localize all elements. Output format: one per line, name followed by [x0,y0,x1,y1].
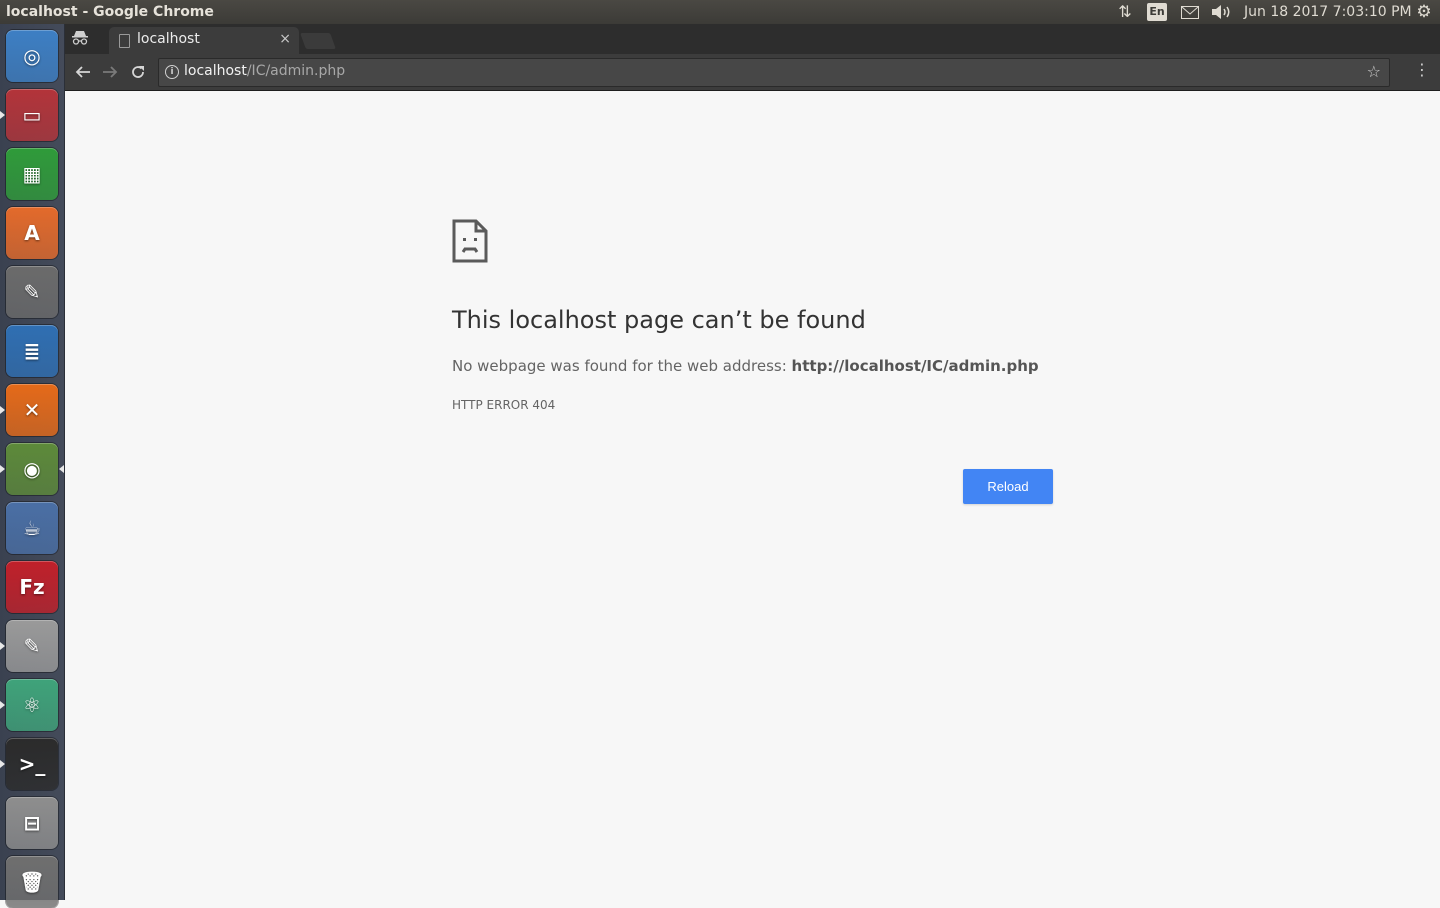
volume-icon[interactable] [1210,0,1234,24]
info-icon[interactable]: i [165,65,179,79]
top-panel: localhost - Google Chrome ⇅ En Jun 18 20… [0,0,1440,24]
launcher-filezilla-icon[interactable]: Fz [6,561,58,613]
launcher-ubuntu-dash-icon[interactable]: ◎ [6,30,58,82]
launcher-google-chrome-icon[interactable]: ◉ [6,443,58,495]
address-bar[interactable]: i localhost/IC/admin.php ☆ [158,58,1390,87]
launcher: ◎ ▭ ▦ A ✎ ≣ ✕ ◉ ☕ Fz ✎ ⚛ >_ ⊟ 🗑 [0,24,65,908]
launcher-trash-icon[interactable]: 🗑 [6,856,58,908]
launcher-atom-icon[interactable]: ⚛ [6,679,58,731]
reload-button[interactable]: Reload [963,469,1053,504]
libreoffice-calc-glyph-icon: ▦ [22,162,42,186]
ubuntu-dash-glyph-icon: ◎ [23,44,41,68]
trash-glyph-icon: 🗑 [19,870,45,894]
terminal-glyph-icon: >_ [18,752,46,776]
system-settings-glyph-icon: ✎ [23,280,41,304]
launcher-system-settings-icon[interactable]: ✎ [6,266,58,318]
error-message-text: No webpage was found for the web address… [452,357,792,375]
launcher-terminal-icon[interactable]: >_ [6,738,58,790]
launcher-libreoffice-writer-icon[interactable]: ≣ [6,325,58,377]
tab-strip: localhost × [65,24,1440,54]
running-indicator-icon [0,760,5,768]
error-url: http://localhost/IC/admin.php [791,357,1039,375]
running-indicator-icon [0,406,5,414]
error-message: No webpage was found for the web address… [452,357,1039,375]
reload-icon[interactable] [126,60,150,84]
window-title: localhost - Google Chrome [6,4,214,20]
ubuntu-software-glyph-icon: A [24,221,40,245]
text-editor-glyph-icon: ✎ [23,634,41,658]
running-indicator-icon [0,465,5,473]
filezilla-glyph-icon: Fz [19,575,45,599]
running-indicator-icon [0,111,5,119]
url-path: /IC/admin.php [246,63,346,79]
error-code: HTTP ERROR 404 [452,398,556,412]
menu-dots-icon[interactable]: ⋮ [1414,60,1430,79]
google-chrome-glyph-icon: ◉ [23,457,41,481]
incognito-icon [71,30,91,48]
launcher-disk-drive-icon[interactable]: ⊟ [6,797,58,849]
back-arrow-icon[interactable] [71,60,95,84]
bookmark-star-icon[interactable]: ☆ [1367,62,1381,81]
focused-indicator-icon [59,465,64,473]
url-host: localhost [184,63,247,79]
tab-localhost[interactable]: localhost × [109,27,299,54]
running-indicator-icon [0,701,5,709]
page-favicon-icon [119,34,130,48]
toolbar: i localhost/IC/admin.php ☆ ⋮ [65,54,1440,91]
launcher-libreoffice-calc-icon[interactable]: ▦ [6,148,58,200]
forward-arrow-icon[interactable] [98,60,122,84]
launcher-files-icon[interactable]: ▭ [6,89,58,141]
genie-teapot-glyph-icon: ☕ [23,516,41,540]
network-updown-icon[interactable]: ⇅ [1114,0,1136,24]
new-tab-button[interactable] [300,33,336,49]
launcher-text-editor-icon[interactable]: ✎ [6,620,58,672]
tab-title: localhost [137,31,200,47]
files-glyph-icon: ▭ [22,103,42,127]
launcher-ubuntu-software-icon[interactable]: A [6,207,58,259]
atom-glyph-icon: ⚛ [23,693,41,717]
url-text[interactable]: localhost/IC/admin.php [184,63,345,79]
running-indicator-icon [0,642,5,650]
sad-document-icon [452,219,488,263]
xampp-glyph-icon: ✕ [23,398,41,422]
libreoffice-writer-glyph-icon: ≣ [23,339,41,363]
close-tab-icon[interactable]: × [279,31,291,47]
disk-drive-glyph-icon: ⊟ [23,811,41,835]
launcher-genie-teapot-icon[interactable]: ☕ [6,502,58,554]
mail-icon[interactable] [1179,0,1201,24]
page-content: This localhost page can’t be found No we… [65,91,1440,900]
error-heading: This localhost page can’t be found [452,306,866,334]
launcher-xampp-icon[interactable]: ✕ [6,384,58,436]
system-gear-icon[interactable]: ⚙ [1413,0,1435,24]
keyboard-language-icon[interactable]: En [1147,3,1167,21]
clock[interactable]: Jun 18 2017 7:03:10 PM [1244,0,1412,24]
